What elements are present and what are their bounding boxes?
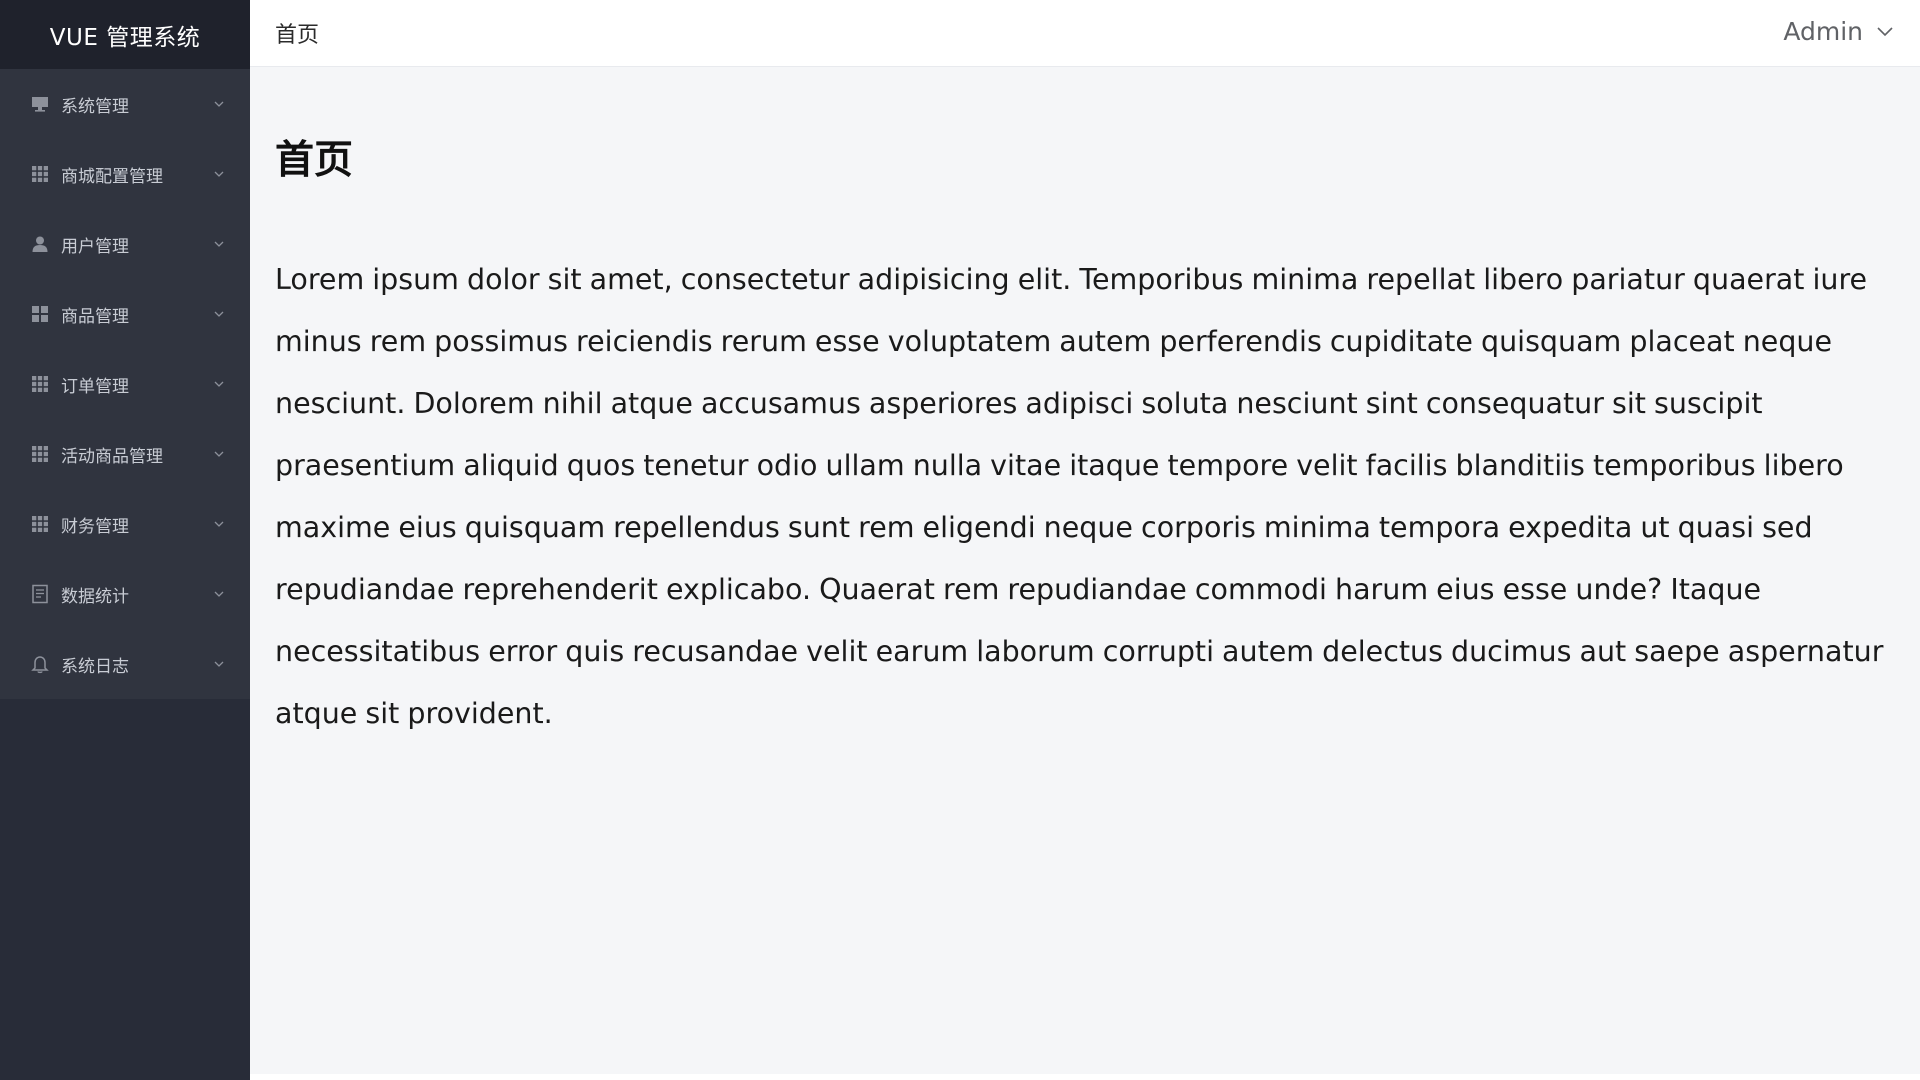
page-paragraph: Lorem ipsum dolor sit amet, consectetur … [275, 263, 1884, 730]
grid-four-icon [30, 304, 50, 324]
page-title: 首页 [275, 138, 354, 183]
sidebar-item-label: 活动商品管理 [61, 446, 163, 467]
grid-icon [30, 444, 50, 464]
top-header: 首页 Admin [250, 0, 1920, 67]
user-name[interactable]: Admin [1783, 17, 1863, 46]
sidebar-item-promo-products[interactable]: 活动商品管理 [0, 419, 250, 489]
grid-icon [30, 374, 50, 394]
chevron-down-icon [214, 451, 224, 457]
sidebar-item-finance[interactable]: 财务管理 [0, 489, 250, 559]
chevron-down-icon [214, 241, 224, 247]
sidebar-menu: 系统管理 商城配置管理 用户管理 商品管理 订单管理 活动商品管理 财务管理 数… [0, 69, 250, 699]
bottom-divider [250, 1074, 1920, 1080]
main-content: 首页 Lorem ipsum dolor sit amet, consectet… [250, 67, 1920, 1074]
user-icon [30, 234, 50, 254]
sidebar-item-statistics[interactable]: 数据统计 [0, 559, 250, 629]
document-icon [30, 584, 50, 604]
app-window: VUE 管理系统 系统管理 商城配置管理 用户管理 商品管理 订单管理 活动商品… [0, 0, 1920, 1080]
sidebar-item-label: 数据统计 [61, 586, 129, 607]
breadcrumb[interactable]: 首页 [275, 0, 319, 66]
sidebar-item-mall-config[interactable]: 商城配置管理 [0, 139, 250, 209]
sidebar-item-label: 商品管理 [61, 306, 129, 327]
bell-icon [30, 654, 50, 674]
sidebar-item-users[interactable]: 用户管理 [0, 209, 250, 279]
chevron-down-icon [214, 661, 224, 667]
grid-icon [30, 164, 50, 184]
grid-icon [30, 514, 50, 534]
sidebar-item-system-log[interactable]: 系统日志 [0, 629, 250, 699]
sidebar-item-system[interactable]: 系统管理 [0, 69, 250, 139]
sidebar-item-label: 财务管理 [61, 516, 129, 537]
app-logo-title: VUE 管理系统 [0, 0, 250, 69]
sidebar: VUE 管理系统 系统管理 商城配置管理 用户管理 商品管理 订单管理 活动商品… [0, 0, 250, 1080]
chevron-down-icon [214, 381, 224, 387]
sidebar-item-label: 系统管理 [61, 96, 129, 117]
sidebar-item-label: 系统日志 [61, 656, 129, 677]
breadcrumb-home[interactable]: 首页 [275, 17, 319, 49]
chevron-down-icon [214, 311, 224, 317]
sidebar-item-label: 订单管理 [61, 376, 129, 397]
chevron-down-icon [214, 521, 224, 527]
chevron-down-icon [214, 101, 224, 107]
sidebar-item-label: 商城配置管理 [61, 166, 163, 187]
chevron-down-icon [214, 591, 224, 597]
monitor-icon [30, 94, 50, 114]
chevron-down-icon [214, 171, 224, 177]
sidebar-item-orders[interactable]: 订单管理 [0, 349, 250, 419]
sidebar-item-products[interactable]: 商品管理 [0, 279, 250, 349]
sidebar-item-label: 用户管理 [61, 236, 129, 257]
user-dropdown[interactable]: Admin [1783, 0, 1895, 62]
chevron-down-icon[interactable] [1875, 21, 1895, 41]
